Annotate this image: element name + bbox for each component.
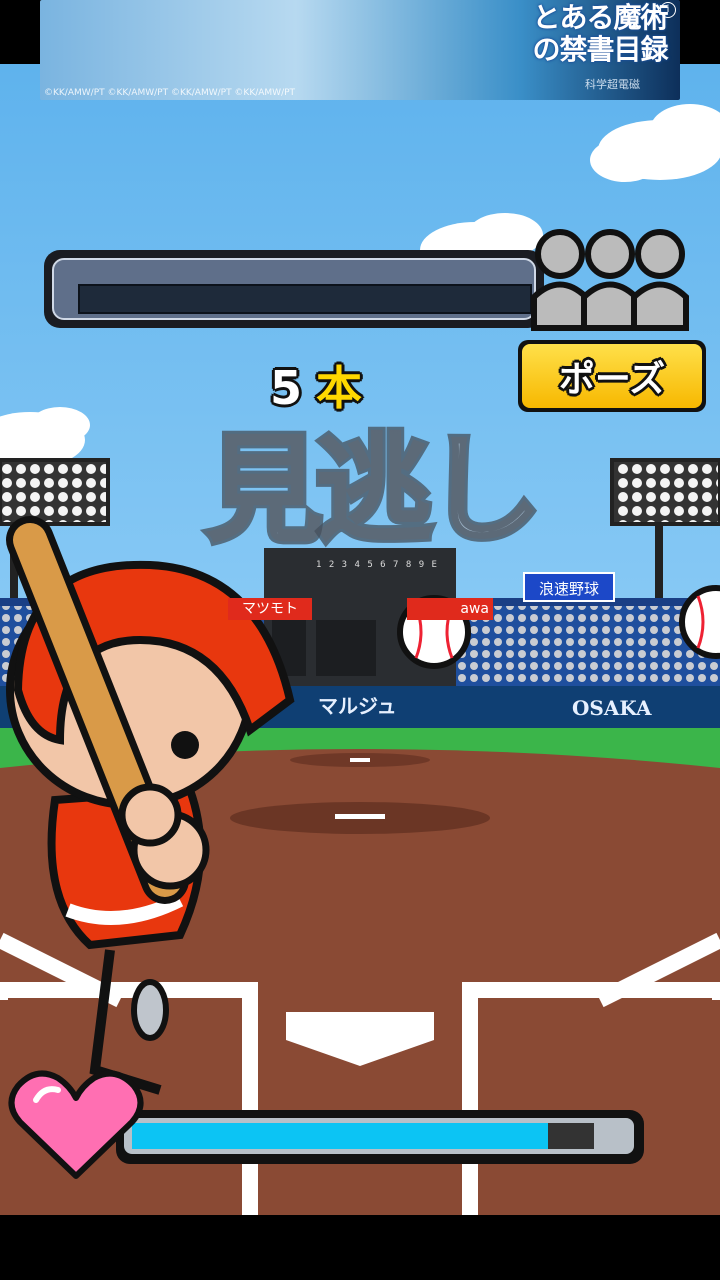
crowd-meter xyxy=(44,250,544,328)
wall-ad-left: マルジュ xyxy=(318,694,397,718)
banner-title: とある魔術の禁書目録 xyxy=(532,1,668,66)
pitch-result-text: 見逃し xyxy=(202,418,546,562)
stadium-sign-blue: 浪速野球 xyxy=(523,572,615,602)
baseball-2 xyxy=(679,585,720,659)
scoreboard-digits: 1 2 3 4 5 6 7 8 9 E xyxy=(316,560,438,570)
crowd-meter-inner xyxy=(52,258,536,320)
wall-ad-right: OSAKA xyxy=(572,696,652,720)
life-gauge-inner xyxy=(124,1118,634,1154)
pause-button[interactable]: ポーズ xyxy=(518,340,706,412)
ad-info-icon[interactable]: i xyxy=(660,2,676,18)
home-run-unit: 本 xyxy=(316,361,363,415)
crowd-meter-track xyxy=(78,284,532,314)
bottom-bar xyxy=(0,1215,720,1280)
banner-copyright: ©KK/AMW/PT ©KK/AMW/PT ©KK/AMW/PT ©KK/AMW… xyxy=(44,88,296,98)
stadium-sign-right: awa xyxy=(407,598,493,620)
banner-subtitle: 科学超電磁 xyxy=(585,78,640,91)
heart-icon xyxy=(8,1070,144,1179)
life-gauge-track xyxy=(116,1110,644,1164)
home-run-count: 5 xyxy=(270,361,303,415)
life-gauge-well xyxy=(132,1123,594,1149)
crowd-silhouette-icon xyxy=(531,229,689,331)
life-gauge-fill xyxy=(132,1123,548,1149)
pause-button-label: ポーズ xyxy=(522,344,702,408)
ad-banner[interactable]: とある魔術の禁書目録 科学超電磁 ©KK/AMW/PT ©KK/AMW/PT ©… xyxy=(40,0,680,100)
stadium-sign-left: マツモト xyxy=(228,598,312,620)
home-run-counter: 5本 xyxy=(270,352,363,415)
